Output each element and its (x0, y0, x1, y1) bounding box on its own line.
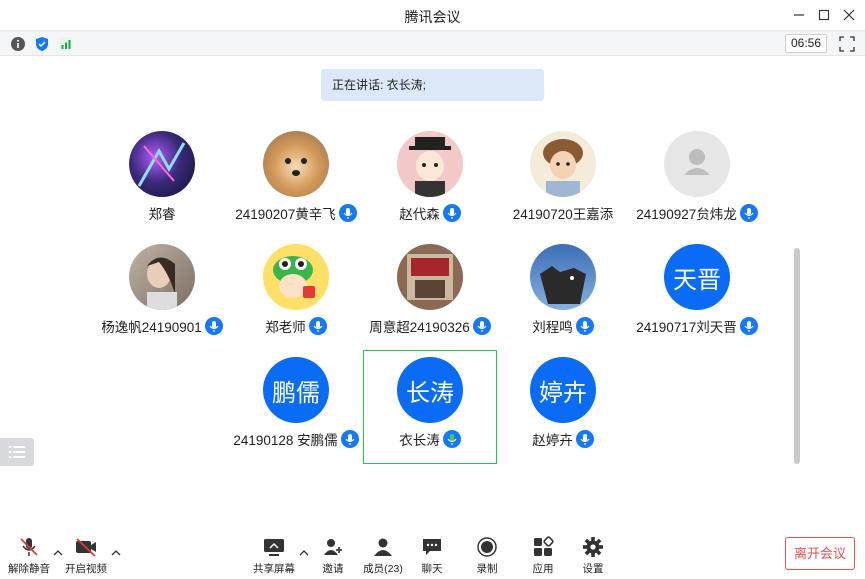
maximize-button[interactable] (813, 5, 835, 25)
speaking-banner: 正在讲话: 衣长涛; (321, 69, 544, 101)
avatar (263, 131, 329, 197)
mic-icon[interactable] (739, 204, 758, 222)
participant-name: 赵婷卉 (476, 429, 650, 449)
participant-tile[interactable]: 周意超24190326 (363, 244, 497, 356)
avatar: 天晋 (664, 244, 730, 310)
avatar: 鹏儒 (263, 357, 329, 423)
gear-icon (583, 537, 603, 557)
apps-label: 应用 (532, 563, 554, 575)
avatar (263, 244, 329, 310)
unmute-button[interactable]: 解除静音 (4, 536, 54, 576)
invite-label: 邀请 (322, 563, 344, 575)
participant-tile[interactable]: 郑睿 (95, 131, 229, 243)
chat-button[interactable]: 聊天 (407, 536, 457, 576)
list-icon (9, 446, 25, 458)
avatar (664, 131, 730, 197)
title-bar: 腾讯会议 (0, 0, 865, 30)
avatar (397, 131, 463, 197)
minimize-button[interactable] (788, 5, 810, 25)
participant-tile[interactable]: 24190927贠炜龙 (630, 131, 764, 243)
share-screen-label: 共享屏幕 (253, 563, 295, 575)
settings-label: 设置 (582, 563, 604, 575)
record-button[interactable]: 录制 (462, 536, 512, 576)
list-toggle-button[interactable] (0, 438, 34, 466)
members-icon (374, 538, 392, 556)
share-screen-button[interactable]: 共享屏幕 (249, 536, 299, 576)
fullscreen-icon[interactable] (839, 36, 855, 52)
avatar (129, 131, 195, 197)
mic-icon[interactable] (575, 317, 594, 335)
signal-icon[interactable] (58, 36, 74, 52)
avatar (397, 244, 463, 310)
participant-tile[interactable]: 24190207黄辛飞 (229, 131, 363, 243)
bottom-toolbar: 解除静音 开启视频 共享屏幕 邀请 成员(23) 聊天 录制 应用 设置 (0, 530, 865, 579)
participant-name: 24190717刘天晋 (610, 316, 784, 336)
start-video-label: 开启视频 (65, 563, 107, 575)
meeting-timer: 06:56 (785, 34, 827, 53)
mic-icon[interactable] (575, 430, 594, 448)
meeting-info-bar: 06:56 (0, 30, 865, 56)
record-label: 录制 (476, 563, 498, 575)
settings-button[interactable]: 设置 (568, 536, 618, 576)
avatar (129, 244, 195, 310)
leave-meeting-button[interactable]: 离开会议 (785, 537, 855, 570)
participant-tile[interactable]: 杨逸帆24190901 (95, 244, 229, 356)
participant-tile[interactable]: 婷卉 赵婷卉 (496, 357, 630, 469)
active-speaker-frame (363, 350, 497, 464)
members-button[interactable]: 成员(23) (358, 536, 408, 576)
chevron-up-icon[interactable] (111, 548, 121, 558)
mic-icon[interactable] (739, 317, 758, 335)
mic-muted-icon (20, 538, 38, 556)
close-button[interactable] (838, 5, 860, 25)
apps-button[interactable]: 应用 (518, 536, 568, 576)
unmute-label: 解除静音 (8, 563, 50, 575)
members-label: 成员(23) (363, 563, 403, 575)
participant-tile[interactable]: 天晋 24190717刘天晋 (630, 244, 764, 356)
shield-icon[interactable] (34, 36, 50, 52)
mic-icon[interactable] (442, 204, 461, 222)
participant-tile[interactable]: 郑老师 (229, 244, 363, 356)
participant-tile[interactable]: 刘程鸣 (496, 244, 630, 356)
share-screen-icon (264, 539, 284, 556)
grid-scrollbar[interactable] (794, 248, 800, 464)
invite-button[interactable]: 邀请 (308, 536, 358, 576)
participant-tile[interactable]: 24190720王嘉添 (496, 131, 630, 243)
chat-label: 聊天 (421, 563, 443, 575)
start-video-button[interactable]: 开启视频 (61, 536, 111, 576)
participant-tile[interactable]: 赵代森 (363, 131, 497, 243)
window-title: 腾讯会议 (404, 9, 461, 25)
avatar (530, 131, 596, 197)
mic-icon[interactable] (308, 317, 327, 335)
avatar: 婷卉 (530, 357, 596, 423)
info-icon[interactable] (10, 36, 26, 52)
video-off-icon (76, 538, 96, 557)
participant-name: 24190927贠炜龙 (610, 203, 784, 223)
apps-icon (534, 536, 554, 556)
chat-icon (423, 539, 441, 555)
participant-tile[interactable]: 鹏儒 24190128 安鹏儒 (229, 357, 363, 469)
record-icon (477, 537, 497, 557)
avatar (530, 244, 596, 310)
add-user-icon (324, 539, 342, 555)
